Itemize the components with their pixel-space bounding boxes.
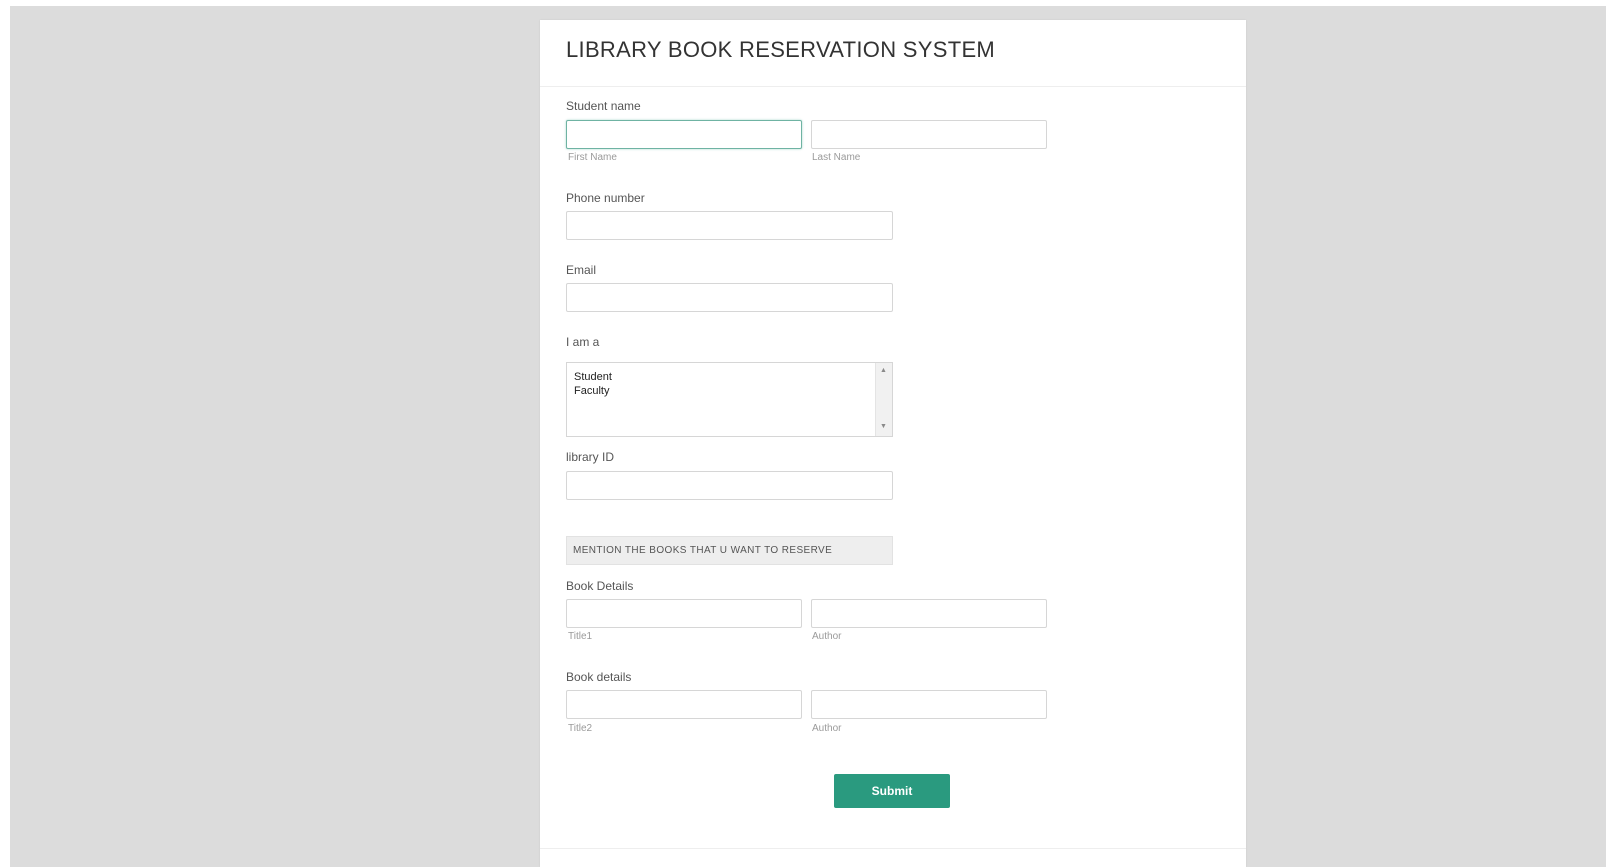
book-details-2-label: Book details xyxy=(566,670,632,684)
library-id-input[interactable] xyxy=(566,471,893,500)
phone-number-label: Phone number xyxy=(566,191,645,205)
first-name-sublabel: First Name xyxy=(568,152,617,163)
scroll-up-arrow-icon[interactable]: ▲ xyxy=(880,367,887,374)
scroll-down-arrow-icon[interactable]: ▼ xyxy=(880,423,887,430)
last-name-input[interactable] xyxy=(811,120,1047,149)
book2-title-input[interactable] xyxy=(566,690,802,719)
books-notice-box: MENTION THE BOOKS THAT U WANT TO RESERVE xyxy=(566,536,893,565)
submit-button[interactable]: Submit xyxy=(834,774,950,808)
book2-title-sublabel: Title2 xyxy=(568,723,593,734)
book1-title-sublabel: Title1 xyxy=(568,631,593,642)
role-label: I am a xyxy=(566,335,600,349)
email-input[interactable] xyxy=(566,283,893,312)
form-header: LIBRARY BOOK RESERVATION SYSTEM xyxy=(540,20,1246,87)
role-listbox[interactable]: Student Faculty ▲ ▼ xyxy=(566,362,893,437)
role-option-student[interactable]: Student xyxy=(574,371,612,383)
book1-author-input[interactable] xyxy=(811,599,1047,628)
form-title: LIBRARY BOOK RESERVATION SYSTEM xyxy=(566,37,996,62)
phone-number-input[interactable] xyxy=(566,211,893,240)
student-name-label: Student name xyxy=(566,99,641,113)
book-details-1-label: Book Details xyxy=(566,579,634,593)
email-label: Email xyxy=(566,263,597,277)
role-option-faculty[interactable]: Faculty xyxy=(574,385,609,397)
reservation-form-card: LIBRARY BOOK RESERVATION SYSTEM Student … xyxy=(540,20,1246,867)
book2-author-sublabel: Author xyxy=(812,723,842,734)
first-name-input[interactable] xyxy=(566,120,802,149)
role-listbox-scrollbar[interactable]: ▲ ▼ xyxy=(875,363,892,436)
form-footer-divider xyxy=(540,848,1246,849)
book1-author-sublabel: Author xyxy=(812,631,842,642)
library-id-label: library ID xyxy=(566,450,615,464)
book2-author-input[interactable] xyxy=(811,690,1047,719)
last-name-sublabel: Last Name xyxy=(812,152,861,163)
book1-title-input[interactable] xyxy=(566,599,802,628)
